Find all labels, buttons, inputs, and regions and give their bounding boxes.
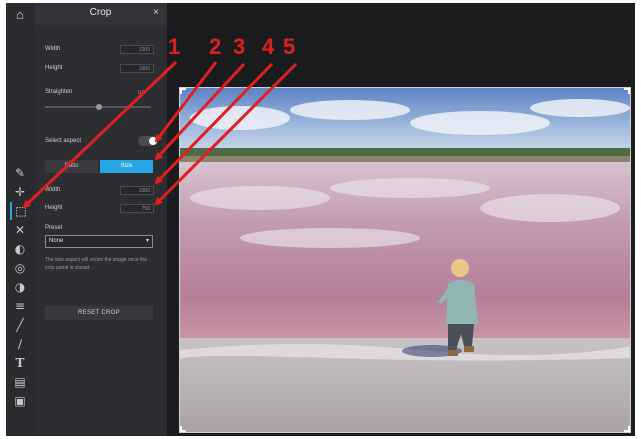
close-icon[interactable]: × (153, 7, 159, 18)
photo-image (180, 88, 630, 432)
height-input[interactable]: 1000 (120, 64, 154, 73)
layers-icon[interactable]: ≡ (10, 297, 30, 315)
straighten-label: Straighten (45, 89, 73, 95)
straighten-value: 0.0° (138, 90, 147, 96)
draw-icon[interactable]: ∕ (10, 335, 30, 353)
frame-icon[interactable]: ▤ (10, 373, 30, 391)
crop-handle-bottom-right[interactable] (624, 426, 630, 432)
crop-handle-bottom-left[interactable] (180, 426, 186, 432)
height-label: Height (45, 65, 63, 71)
vignette-icon[interactable]: ◑ (10, 278, 30, 296)
photo[interactable] (179, 87, 631, 433)
photo-editor-window: ⌂ ✎ ✛ ⬚ ✕ ◐ ◎ ◑ ≡ ╱ ∕ T ▤ ▣ Crop × Width… (6, 3, 635, 436)
panel-header: Crop × (34, 3, 167, 25)
crop-handle-top-right[interactable] (624, 88, 630, 94)
width-label: Width (45, 46, 61, 52)
text-icon[interactable]: T (10, 354, 30, 372)
preset-value: None (49, 238, 64, 244)
tab-ratio[interactable]: Ratio (45, 160, 98, 173)
reset-crop-button[interactable]: RESET CROP (45, 306, 153, 320)
size-width-input[interactable]: 1000 (120, 186, 154, 195)
size-height-input[interactable]: 750 (120, 204, 154, 213)
select-aspect-label: Select aspect (45, 138, 82, 144)
tab-size[interactable]: Size (100, 160, 153, 173)
crop-panel: Crop × Width 1000 Height 1000 Straighten… (34, 3, 167, 436)
brush-icon[interactable]: ╱ (10, 316, 30, 334)
crop-handle-top-left[interactable] (180, 88, 186, 94)
size-aspect-note: The size aspect will resize the image on… (45, 257, 147, 271)
select-aspect-toggle[interactable] (138, 136, 158, 146)
image-icon[interactable]: ▣ (10, 392, 30, 410)
panel-title: Crop (89, 7, 112, 18)
preset-label: Preset (45, 225, 63, 231)
chevron-down-icon: ▾ (145, 238, 149, 244)
size-height-label: Height (45, 205, 63, 211)
file-edit-icon[interactable]: ✎ (10, 164, 30, 182)
adjust-icon[interactable]: ◐ (10, 240, 30, 258)
image-canvas (167, 3, 635, 436)
straighten-slider-handle[interactable] (96, 104, 102, 110)
crop-icon[interactable]: ⬚ (10, 202, 30, 220)
cut-icon[interactable]: ✕ (10, 221, 30, 239)
tool-strip: ⌂ ✎ ✛ ⬚ ✕ ◐ ◎ ◑ ≡ ╱ ∕ T ▤ ▣ (6, 3, 34, 436)
toggle-knob (149, 137, 157, 145)
shore (180, 156, 630, 162)
preset-select[interactable]: None ▾ (45, 235, 153, 248)
home-icon[interactable]: ⌂ (11, 7, 29, 23)
move-icon[interactable]: ✛ (10, 183, 30, 201)
width-input[interactable]: 1000 (120, 45, 154, 54)
filter-icon[interactable]: ◎ (10, 259, 30, 277)
size-width-label: Width (45, 187, 61, 193)
